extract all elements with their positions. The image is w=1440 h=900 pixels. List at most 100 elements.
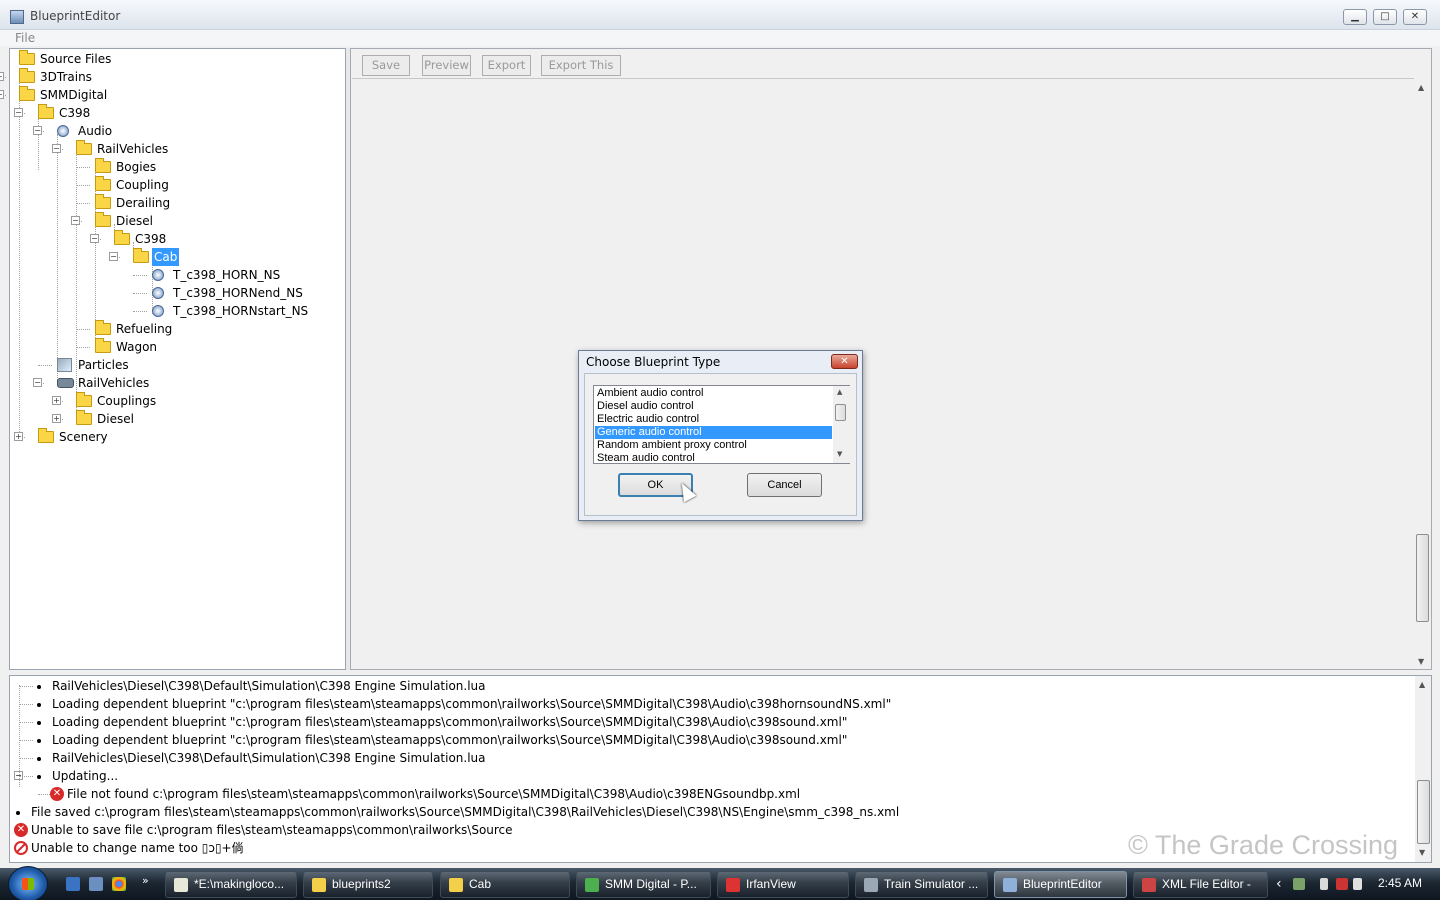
tree-node[interactable]: − Audio	[10, 122, 345, 140]
menu-file[interactable]: File	[15, 31, 35, 45]
tree-node-label: Cab	[152, 248, 180, 266]
blueprint-type-option[interactable]: Random ambient proxy control	[595, 439, 832, 452]
log-text: Loading dependent blueprint "c:\program …	[52, 697, 892, 711]
log-scrollbar[interactable]: ▲ ▼	[1415, 676, 1431, 862]
save-button[interactable]: Save	[362, 55, 410, 76]
minimize-button[interactable]: ▁	[1343, 9, 1367, 25]
blueprint-type-option[interactable]: Ambient audio control	[595, 387, 832, 400]
scroll-up-arrow-icon[interactable]: ▲	[1418, 83, 1424, 92]
tree-node[interactable]: Refueling	[10, 320, 345, 338]
log-scroll-down-icon[interactable]: ▼	[1419, 848, 1425, 857]
log-entry: ✕ File not found c:\program files\steam\s…	[10, 785, 1400, 803]
blueprint-type-list[interactable]: ▲ ▼ Ambient audio control Diesel audio co…	[593, 385, 850, 464]
preview-button[interactable]: Preview	[422, 55, 471, 76]
tree-node-label: C398	[59, 106, 91, 120]
list-scroll-thumb[interactable]	[835, 404, 846, 421]
network-icon[interactable]	[1293, 878, 1305, 890]
taskbar-button[interactable]: Train Simulator ...	[855, 871, 988, 898]
tray-expand-icon[interactable]: ‹	[1276, 876, 1282, 892]
dialog-close-button[interactable]: ✕	[831, 354, 858, 369]
battery-icon[interactable]	[1320, 878, 1328, 890]
taskbar-button[interactable]: IrfanView	[717, 871, 849, 898]
tree-node-label: T_c398_HORNstart_NS	[173, 304, 309, 318]
scroll-thumb[interactable]	[1416, 534, 1429, 622]
clock[interactable]: 2:45 AM	[1378, 876, 1422, 890]
show-desktop-icon[interactable]	[66, 877, 80, 891]
expand-icon[interactable]: +	[0, 72, 4, 81]
collapse-icon[interactable]: −	[109, 252, 118, 261]
tree-node[interactable]: Bogies	[10, 158, 345, 176]
blueprint-type-option[interactable]: Generic audio control	[595, 426, 832, 439]
taskbar-button[interactable]: *E:\makingloco...	[165, 871, 297, 898]
chrome-icon[interactable]	[112, 877, 126, 891]
taskbar-button[interactable]: blueprints2	[303, 871, 433, 898]
tree-node[interactable]: + Diesel	[10, 410, 345, 428]
collapse-icon[interactable]: −	[14, 771, 23, 780]
tree-node[interactable]: − RailVehicles	[10, 374, 345, 392]
tree-node[interactable]: + Couplings	[10, 392, 345, 410]
tree-node[interactable]: − Diesel	[10, 212, 345, 230]
expand-icon[interactable]: +	[52, 396, 61, 405]
expand-icon[interactable]: +	[52, 414, 61, 423]
export-this-button[interactable]: Export This	[541, 55, 621, 76]
taskbar-button[interactable]: XML File Editor -	[1133, 871, 1268, 898]
tree-node[interactable]: Source Files	[10, 50, 345, 68]
close-button[interactable]: ✕	[1403, 9, 1427, 25]
taskbar: » ‹ 2:45 AM *E:\makingloco... blueprints2…	[0, 866, 1440, 900]
tree-node-label: RailVehicles	[97, 142, 169, 156]
tree-node-label: Couplings	[97, 394, 157, 408]
collapse-icon[interactable]: −	[0, 90, 4, 99]
switch-windows-icon[interactable]	[89, 877, 103, 891]
tree-node[interactable]: Wagon	[10, 338, 345, 356]
cancel-button[interactable]: Cancel	[747, 473, 822, 497]
taskbar-button-label: XML File Editor -	[1162, 877, 1251, 891]
taskbar-button[interactable]: SMM Digital - P...	[576, 871, 711, 898]
volume-icon[interactable]	[1353, 878, 1362, 890]
power-icon[interactable]	[1336, 878, 1348, 890]
notepad-icon	[174, 878, 188, 892]
tree-node[interactable]: − Cab	[10, 248, 345, 266]
tree-node[interactable]: + Scenery	[10, 428, 345, 446]
irfanview-icon	[726, 878, 740, 892]
blueprint-type-option[interactable]: Diesel audio control	[595, 400, 832, 413]
start-button[interactable]	[8, 866, 48, 900]
tree-node[interactable]: − C398	[10, 230, 345, 248]
scroll-down-arrow-icon[interactable]: ▼	[1418, 657, 1424, 666]
tree-node[interactable]: T_c398_HORN_NS	[10, 266, 345, 284]
tree-node[interactable]: T_c398_HORNend_NS	[10, 284, 345, 302]
tree-node[interactable]: +3DTrains	[0, 68, 345, 86]
collapse-icon[interactable]: −	[71, 216, 80, 225]
collapse-icon[interactable]: −	[52, 144, 61, 153]
export-button[interactable]: Export	[482, 55, 531, 76]
collapse-icon[interactable]: −	[33, 126, 42, 135]
collapse-icon[interactable]: −	[33, 378, 42, 387]
collapse-icon[interactable]: −	[14, 108, 23, 117]
editor-scrollbar[interactable]: ▲ ▼	[1414, 79, 1431, 669]
source-tree[interactable]: Source Files +3DTrains − SMMDigital − C398 − Au…	[0, 48, 346, 670]
folder-icon	[19, 68, 35, 83]
tree-node[interactable]: Derailing	[10, 194, 345, 212]
tree-connector	[76, 167, 90, 168]
taskbar-button[interactable]: BlueprintEditor	[994, 871, 1127, 898]
list-scroll-down-icon[interactable]: ▼	[837, 450, 842, 458]
log-scroll-up-icon[interactable]: ▲	[1419, 680, 1425, 689]
maximize-button[interactable]: □	[1373, 9, 1397, 25]
quicklaunch-overflow-icon[interactable]: »	[142, 874, 149, 887]
tree-node[interactable]: T_c398_HORNstart_NS	[10, 302, 345, 320]
blueprint-icon	[1003, 878, 1017, 892]
tree-node[interactable]: − SMMDigital	[0, 86, 345, 104]
tree-node[interactable]: − RailVehicles	[10, 140, 345, 158]
tree-node-label: Audio	[78, 124, 113, 138]
expand-icon[interactable]: +	[14, 432, 23, 441]
blueprint-type-option[interactable]: Steam audio control	[595, 452, 832, 465]
list-scrollbar[interactable]: ▲ ▼	[833, 386, 850, 463]
log-scroll-thumb[interactable]	[1417, 780, 1430, 844]
blueprint-type-option[interactable]: Electric audio control	[595, 413, 832, 426]
collapse-icon[interactable]: −	[90, 234, 99, 243]
tree-node[interactable]: − C398	[10, 104, 345, 122]
taskbar-button[interactable]: Cab	[440, 871, 570, 898]
list-scroll-up-icon[interactable]: ▲	[837, 388, 842, 396]
tree-node[interactable]: Particles	[10, 356, 345, 374]
tree-node[interactable]: Coupling	[10, 176, 345, 194]
choose-blueprint-dialog: Choose Blueprint Type ✕ ▲ ▼ Ambient audi…	[578, 350, 863, 521]
